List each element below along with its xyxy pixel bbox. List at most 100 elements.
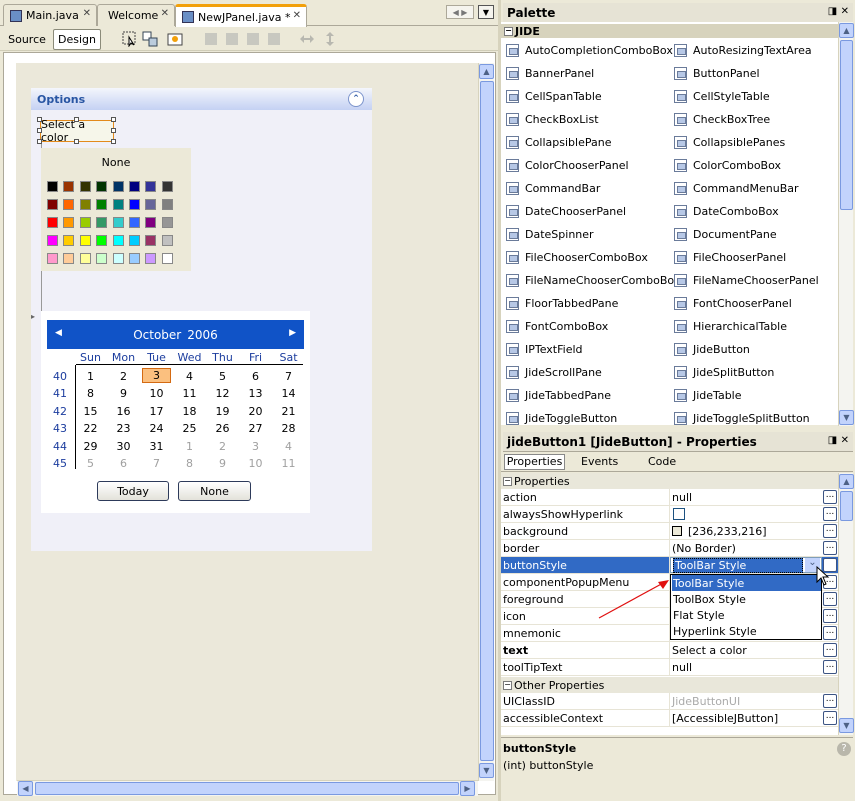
resize-handle[interactable] [37, 128, 42, 133]
properties-section-header[interactable]: − Properties [501, 473, 838, 489]
align-top-icon[interactable] [245, 31, 261, 47]
tab-newjpanel[interactable]: NewJPanel.java * ✕ [175, 4, 307, 27]
palette-item[interactable]: CellStyleTable [674, 88, 770, 104]
ellipsis-button[interactable]: ... [823, 711, 837, 725]
calendar-day[interactable]: 14 [272, 387, 305, 400]
editor-vertical-scrollbar[interactable]: ▲ ▼ [478, 63, 494, 781]
ellipsis-button[interactable]: ... [823, 609, 837, 623]
resize-handle[interactable] [111, 117, 116, 122]
color-swatch[interactable] [79, 235, 91, 246]
palette-item[interactable]: JideTabbedPane [506, 387, 611, 403]
calendar-day[interactable]: 5 [74, 457, 107, 470]
previous-month-arrow-icon[interactable]: ◀ [55, 328, 62, 338]
calendar-day[interactable]: 7 [140, 457, 173, 470]
palette-category[interactable]: − JIDE [501, 24, 838, 38]
ellipsis-button[interactable]: ... [823, 490, 837, 504]
palette-item[interactable]: ButtonPanel [674, 65, 760, 81]
ellipsis-button[interactable]: ... [823, 660, 837, 674]
color-swatch[interactable] [145, 199, 157, 210]
calendar-day[interactable]: 22 [74, 422, 107, 435]
color-swatch[interactable] [161, 235, 173, 246]
calendar-day[interactable]: 4 [173, 370, 206, 383]
palette-item[interactable]: AutoCompletionComboBox [506, 42, 673, 58]
calendar-day[interactable]: 21 [272, 405, 305, 418]
collapse-icon[interactable]: ⌃ [348, 91, 364, 107]
source-button[interactable]: Source [6, 29, 48, 50]
scroll-left-icon[interactable]: ◀ [18, 781, 33, 796]
resize-handle[interactable] [111, 128, 116, 133]
tab-properties[interactable]: Properties [504, 454, 565, 470]
checkbox[interactable] [673, 508, 685, 520]
palette-item[interactable]: CollapsiblePane [506, 134, 611, 150]
resize-handle[interactable] [111, 139, 116, 144]
property-row-action[interactable]: action null... [501, 489, 838, 506]
color-swatch[interactable] [129, 253, 140, 264]
palette-item[interactable]: FileNameChooserPanel [674, 272, 819, 288]
color-swatch[interactable] [79, 181, 91, 192]
next-month-arrow-icon[interactable]: ▶ [289, 328, 296, 338]
scroll-thumb[interactable] [480, 81, 494, 761]
color-swatch[interactable] [47, 235, 58, 246]
property-row-accessibleContext[interactable]: accessibleContext [AccessibleJButton]... [501, 710, 838, 727]
color-swatch[interactable] [96, 217, 108, 228]
palette-item[interactable]: IPTextField [506, 341, 583, 357]
ellipsis-button[interactable]: ... [823, 592, 837, 606]
design-button[interactable]: Design [53, 29, 101, 50]
palette-item[interactable]: FontComboBox [506, 318, 608, 334]
calendar-day[interactable]: 20 [239, 405, 272, 418]
collapse-icon[interactable]: − [503, 680, 512, 690]
color-swatch[interactable] [129, 217, 140, 228]
tab-list-dropdown-icon[interactable]: ▼ [478, 5, 494, 19]
calendar-day[interactable]: 1 [173, 440, 206, 453]
resize-vertical-icon[interactable] [322, 31, 338, 47]
palette-item[interactable]: CollapsiblePanes [674, 134, 785, 150]
property-row-text[interactable]: text Select a color... [501, 642, 838, 659]
connection-mode-icon[interactable] [142, 31, 158, 47]
calendar-year[interactable]: 2006 [187, 328, 218, 342]
calendar-day[interactable]: 3 [239, 440, 272, 453]
resize-handle[interactable] [37, 139, 42, 144]
today-button[interactable]: Today [97, 481, 169, 501]
color-swatch[interactable] [47, 181, 58, 192]
tab-events[interactable]: Events [581, 455, 618, 468]
tab-code[interactable]: Code [648, 455, 676, 468]
calendar-day[interactable]: 27 [239, 422, 272, 435]
color-swatch[interactable] [63, 181, 75, 192]
property-row-border[interactable]: border (No Border)... [501, 540, 838, 557]
color-swatch[interactable] [145, 181, 157, 192]
calendar-day[interactable]: 25 [173, 422, 206, 435]
palette-item[interactable]: CommandBar [506, 180, 600, 196]
calendar-day[interactable]: 31 [140, 440, 173, 453]
scroll-up-icon[interactable]: ▲ [839, 474, 854, 489]
color-swatch[interactable] [161, 253, 173, 264]
window-controls[interactable]: ◨ ✕ [828, 6, 849, 17]
property-row-background[interactable]: background [236,233,216]... [501, 523, 838, 540]
palette-item[interactable]: FloorTabbedPane [506, 295, 618, 311]
align-bottom-icon[interactable] [266, 31, 282, 47]
close-icon[interactable]: ✕ [293, 10, 301, 21]
button-style-combobox[interactable]: ToolBar Style ⌄ [670, 557, 822, 573]
window-controls[interactable]: ◨ ✕ [828, 435, 849, 446]
color-swatch[interactable] [63, 217, 75, 228]
calendar-day[interactable]: 8 [74, 387, 107, 400]
calendar-month[interactable]: October [133, 328, 181, 342]
color-swatch[interactable] [79, 253, 91, 264]
options-pane-header[interactable]: Options ⌃ [31, 88, 372, 110]
ellipsis-button[interactable]: ... [823, 524, 837, 538]
calendar-day[interactable]: 10 [140, 387, 173, 400]
calendar-day[interactable]: 13 [239, 387, 272, 400]
scroll-down-icon[interactable]: ▼ [839, 718, 854, 733]
palette-item[interactable]: CellSpanTable [506, 88, 602, 104]
scroll-up-icon[interactable]: ▲ [839, 23, 854, 38]
palette-item[interactable]: JideToggleButton [506, 410, 617, 426]
calendar-day[interactable]: 12 [206, 387, 239, 400]
color-swatch[interactable] [79, 199, 91, 210]
calendar-day[interactable]: 11 [272, 457, 305, 470]
collapse-icon[interactable]: − [503, 476, 512, 486]
calendar-day[interactable]: 9 [206, 457, 239, 470]
none-color-option[interactable]: None [41, 156, 191, 169]
calendar-day[interactable]: 17 [140, 405, 173, 418]
calendar-day[interactable]: 30 [107, 440, 140, 453]
palette-item[interactable]: BannerPanel [506, 65, 594, 81]
color-swatch[interactable] [96, 235, 108, 246]
